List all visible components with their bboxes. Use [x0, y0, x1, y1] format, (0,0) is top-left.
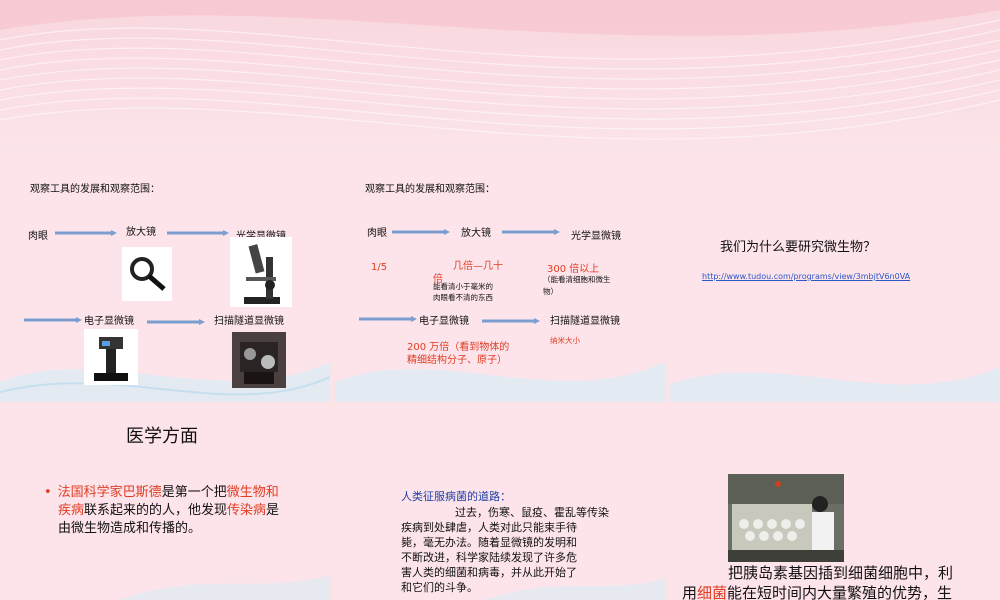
slide-title: 观察工具的发展和观察范围：: [30, 184, 160, 195]
text-segment: 是第一个把: [161, 485, 227, 500]
arrow-icon: [392, 229, 450, 235]
body-line: 不断改进，科学家陆续发现了许多危: [401, 551, 577, 564]
wave-decoration: [120, 575, 330, 600]
body-line: 用细菌能在短时间内大量繁殖的优势，生: [682, 582, 952, 600]
lab-photo: [728, 474, 844, 562]
electron-power-cont: 精细结构分子、原子）: [407, 355, 507, 366]
text-segment: 是: [266, 503, 280, 518]
stm-image: [232, 332, 286, 388]
body-line: 害人类的细菌和病毒，并从此开始了: [401, 566, 577, 579]
arrow-icon: [147, 319, 205, 325]
arrow-icon: [24, 317, 82, 323]
highlight-disease: 疾病: [58, 503, 85, 518]
body-line: 和它们的斗争。: [401, 581, 478, 594]
magnifier-power: 几倍—几十: [453, 261, 503, 272]
text-segment: 用: [682, 584, 698, 600]
slide-3-thumbnail[interactable]: 我们为什么要研究微生物？ http://www.tudou.com/progra…: [670, 152, 1000, 402]
label-stm: 扫描隧道显微镜: [214, 316, 284, 327]
label-magnifier: 放大镜: [461, 228, 491, 239]
section-title: 人类征服病菌的道路：: [401, 490, 511, 503]
body-line: 疾病到处肆虐，人类对此只能束手待: [401, 521, 577, 534]
ratio-label: 1/5: [371, 262, 388, 273]
text-segment: 联系起来的的人，他发现: [84, 503, 228, 518]
arrow-icon: [359, 316, 417, 322]
slide-5-thumbnail[interactable]: 人类征服病菌的道路： 过去，伤寒、鼠疫、霍乱等传染 疾病到处肆虐，人类对此只能束…: [335, 406, 665, 600]
video-link[interactable]: http://www.tudou.com/programs/view/3mbjt…: [702, 272, 910, 281]
label-electron-microscope: 电子显微镜: [84, 316, 134, 327]
title-banner: [0, 0, 1000, 150]
section-heading: 医学方面: [126, 426, 198, 447]
magnifier-note: 能看清小于毫米的: [433, 282, 493, 291]
magnifier-image: [122, 247, 172, 301]
body-line: 毙，毫无办法。随着显微镜的发明和: [401, 536, 577, 549]
stm-note: 纳米大小: [550, 336, 580, 345]
wave-decoration: [670, 367, 1000, 402]
highlight-infectious: 传染病: [227, 503, 267, 518]
highlight-microbe: 微生物和: [226, 485, 279, 500]
pasteur-name: 法国科学家巴斯德: [57, 485, 162, 500]
body-line: 把胰岛素基因插到细菌细胞中，利: [728, 564, 954, 582]
magnifier-note-cont: 肉眼看不清的东西: [433, 293, 493, 302]
slide-1-thumbnail[interactable]: 观察工具的发展和观察范围： 肉眼 放大镜 光学显微镜 电子显微镜 扫描隧道显微镜: [0, 152, 330, 402]
slide-title: 观察工具的发展和观察范围：: [365, 184, 495, 195]
optical-note-cont: 物）: [543, 287, 558, 296]
text-segment: 由微生物造成和传播的。: [58, 521, 202, 536]
label-magnifier: 放大镜: [126, 227, 156, 238]
label-optical-microscope: 光学显微镜: [571, 231, 621, 242]
body-line: 过去，伤寒、鼠疫、霍乱等传染: [455, 506, 609, 519]
label-stm: 扫描隧道显微镜: [550, 316, 620, 327]
optical-microscope-image: [230, 237, 292, 307]
label-naked-eye: 肉眼: [28, 231, 48, 242]
highlight-bacteria: 细菌: [697, 584, 728, 600]
label-naked-eye: 肉眼: [367, 228, 387, 239]
slide-4-thumbnail[interactable]: 医学方面 • 法国科学家巴斯德是第一个把微生物和疾病联系起来的的人，他发现传染病是…: [0, 406, 330, 600]
pasteur-paragraph: • 法国科学家巴斯德是第一个把微生物和疾病联系起来的的人，他发现传染病是由微生物造…: [44, 484, 324, 538]
arrow-icon: [55, 230, 117, 236]
optical-power: 300 倍以上: [547, 264, 600, 275]
optical-note: （能看清细胞和微生: [543, 275, 611, 284]
arrow-icon: [167, 230, 229, 236]
label-electron-microscope: 电子显微镜: [419, 316, 469, 327]
text-segment: 能在短时间内大量繁殖的优势，生: [727, 584, 953, 600]
slide-2-thumbnail[interactable]: 观察工具的发展和观察范围： 肉眼 放大镜 光学显微镜 1/5 几倍—几十 倍 能…: [335, 152, 665, 402]
bullet-icon: •: [44, 485, 52, 500]
slide-6-thumbnail[interactable]: 把胰岛素基因插到细菌细胞中，利 用细菌能在短时间内大量繁殖的优势，生: [670, 406, 1000, 600]
arrow-icon: [482, 318, 540, 324]
arrow-icon: [502, 229, 560, 235]
electron-microscope-image: [84, 329, 138, 385]
question-text: 我们为什么要研究微生物？: [720, 240, 877, 255]
